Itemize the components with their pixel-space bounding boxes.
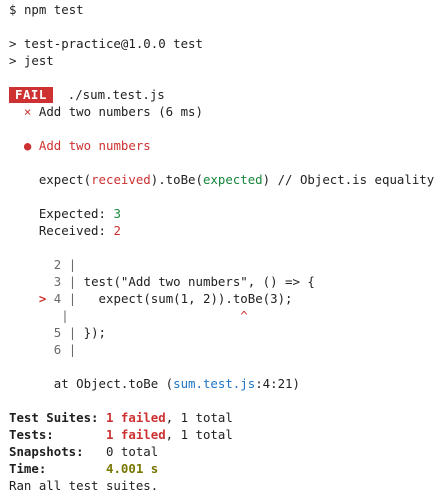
- terminal-output: $ npm test > test-practice@1.0.0 test > …: [9, 1, 444, 498]
- received-line: Received: 2: [9, 222, 444, 239]
- summary-snapshots-value: 0 total: [106, 444, 159, 459]
- expected-line: Expected: 3: [9, 205, 444, 222]
- summary-suites-label: Test Suites:: [9, 410, 99, 425]
- code-frame-line: 5 | });: [53, 325, 107, 340]
- stack-position: :4:21): [255, 376, 300, 391]
- summary-snapshots-label: Snapshots:: [9, 444, 84, 459]
- failure-title: Add two numbers: [38, 138, 151, 153]
- code-text: });: [83, 325, 107, 340]
- code-frame-line: 6 |: [53, 342, 77, 357]
- expected-value: 3: [113, 206, 121, 221]
- summary-time-line: Time: 4.001 s: [9, 460, 444, 477]
- assertion-middle: ).toBe(: [150, 172, 203, 187]
- code-frame-line: 2 |: [53, 257, 77, 272]
- expected-label: Expected:: [38, 206, 106, 221]
- summary-time-value: 4.001 s: [106, 461, 159, 476]
- summary-tests-total: , 1 total: [165, 427, 233, 442]
- test-name: Add two numbers (6 ms): [38, 104, 203, 119]
- received-value: 2: [113, 223, 121, 238]
- stack-prefix: at Object.toBe (: [53, 376, 174, 391]
- code-text: expect(sum(1, 2)).toBe(3);: [83, 291, 293, 306]
- error-marker-icon: >: [38, 291, 47, 306]
- npm-command-line: > jest: [9, 53, 54, 68]
- code-frame-line-highlighted: > 4 | expect(sum(1, 2)).toBe(3);: [38, 291, 293, 306]
- summary-tests-label: Tests:: [9, 427, 54, 442]
- fail-badge: FAIL: [9, 87, 53, 103]
- assertion-suffix: ) // Object.is equality: [262, 172, 435, 187]
- received-label: Received:: [38, 223, 106, 238]
- assertion-prefix: expect(: [38, 172, 92, 187]
- suite-result-line: FAIL ./sum.test.js: [9, 86, 444, 103]
- stack-file-link[interactable]: sum.test.js: [173, 376, 255, 391]
- prompt-symbol: $: [9, 2, 17, 17]
- summary-ran-all-line: Ran all test suites.: [9, 478, 159, 493]
- assertion-line: expect(received).toBe(expected) // Objec…: [9, 171, 444, 188]
- summary-time-label: Time:: [9, 461, 47, 476]
- code-text: test("Add two numbers", () => {: [83, 274, 315, 289]
- caret-icon: ^: [76, 308, 248, 323]
- summary-suites-failed: 1 failed: [106, 410, 166, 425]
- summary-suites-line: Test Suites: 1 failed, 1 total: [9, 409, 444, 426]
- npm-script-line: > test-practice@1.0.0 test: [9, 36, 203, 51]
- cross-icon: ×: [23, 104, 32, 119]
- suite-file: ./sum.test.js: [67, 87, 165, 102]
- summary-tests-line: Tests: 1 failed, 1 total: [9, 426, 444, 443]
- prompt-command: npm test: [23, 2, 84, 17]
- bullet-icon: ●: [23, 138, 32, 153]
- prompt-line: $ npm test: [9, 1, 444, 18]
- code-frame-line: | ^: [61, 308, 248, 323]
- stack-trace-line: at Object.toBe (sum.test.js:4:21): [9, 375, 444, 392]
- code-frame-line: 3 | test("Add two numbers", () => {: [53, 274, 315, 289]
- summary-suites-total: , 1 total: [165, 410, 233, 425]
- assertion-expected: expected: [202, 172, 263, 187]
- summary-snapshots-line: Snapshots: 0 total: [9, 443, 444, 460]
- failure-title-line: ● Add two numbers: [9, 137, 444, 154]
- summary-tests-failed: 1 failed: [105, 427, 166, 442]
- test-result-line: × Add two numbers (6 ms): [9, 103, 444, 120]
- assertion-received: received: [91, 172, 151, 187]
